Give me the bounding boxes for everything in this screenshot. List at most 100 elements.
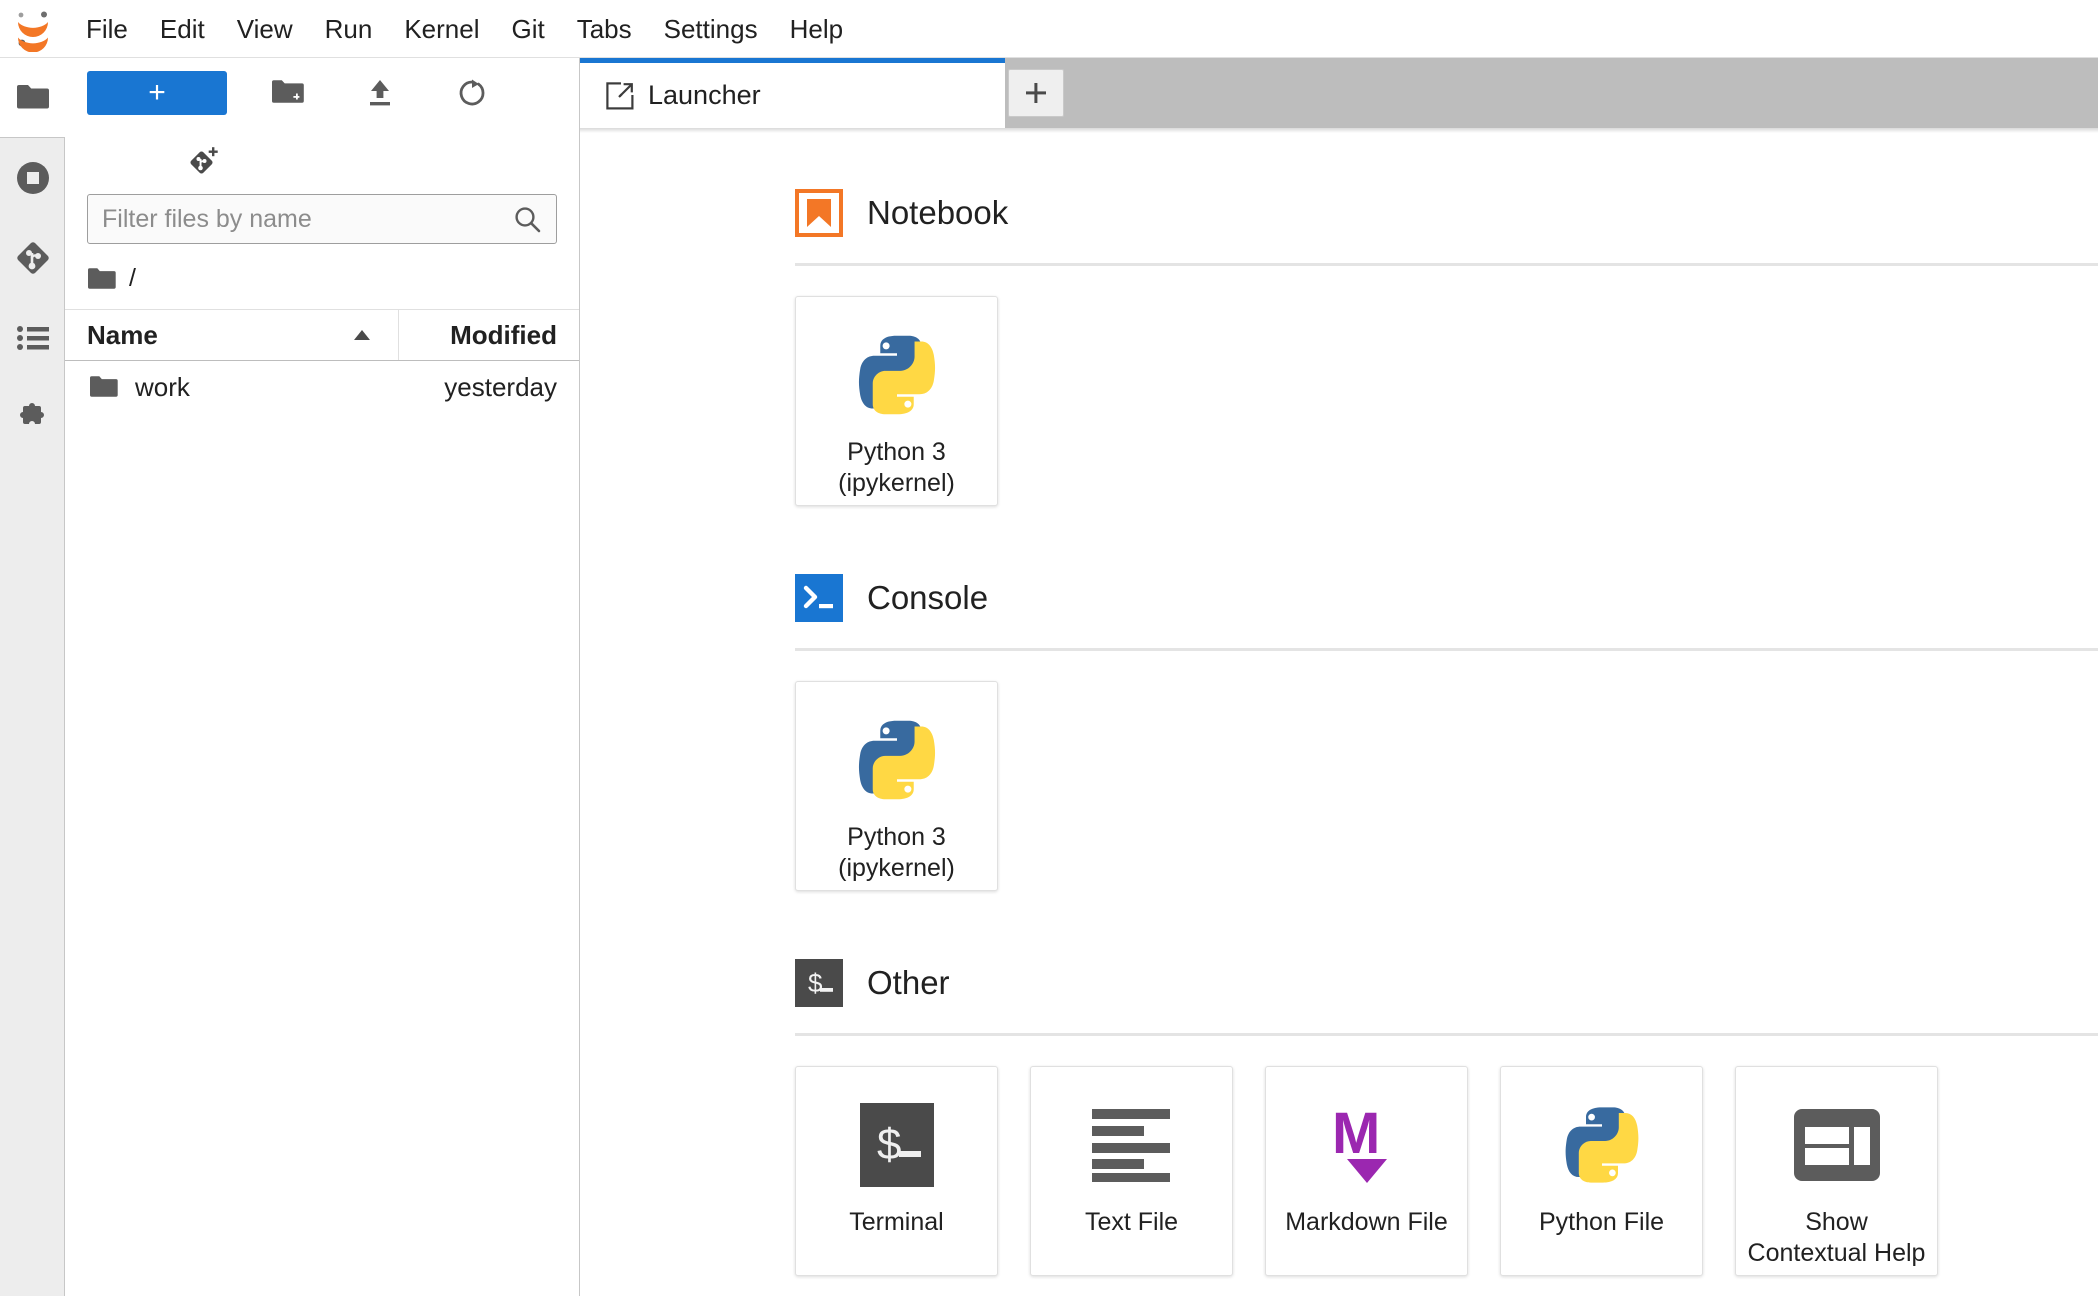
card-label-line2: Contextual Help <box>1747 1239 1926 1267</box>
menu-edit[interactable]: Edit <box>144 10 221 48</box>
launcher-card-text-file[interactable]: Text File <box>1030 1066 1233 1276</box>
section-divider-console <box>795 648 2098 651</box>
section-header-other: $ Other <box>795 959 2098 1007</box>
python-logo-icon <box>1558 1093 1646 1197</box>
file-list-header: Name Modified <box>65 309 579 361</box>
main-area: Launcher Notebook Python 3 (ipykernel) C… <box>580 58 2098 1296</box>
launcher-card-label: Show Contextual Help <box>1742 1207 1932 1269</box>
filter-files-input[interactable] <box>102 204 512 234</box>
terminal-dollar-icon: $ <box>795 959 843 1007</box>
new-tab-button[interactable] <box>1008 69 1064 117</box>
launcher-card-python3-notebook[interactable]: Python 3 (ipykernel) <box>795 296 998 506</box>
menu-kernel[interactable]: Kernel <box>388 10 495 48</box>
stop-circle-icon <box>16 162 49 194</box>
sidebar-item-git[interactable] <box>0 218 65 298</box>
refresh-file-list-button[interactable] <box>441 69 503 117</box>
launcher-card-markdown-file[interactable]: M Markdown File <box>1265 1066 1468 1276</box>
launcher-icon <box>606 81 634 109</box>
launcher-card-terminal[interactable]: $ Terminal <box>795 1066 998 1276</box>
sidebar-item-file-browser[interactable] <box>0 58 65 138</box>
menu-git[interactable]: Git <box>495 10 560 48</box>
breadcrumb[interactable]: / <box>65 244 579 309</box>
table-row[interactable]: work yesterday <box>65 361 579 413</box>
card-label-line1: Text File <box>1084 1208 1179 1236</box>
jupyterlab-window: File Edit View Run Kernel Git Tabs Setti… <box>0 0 2098 1296</box>
card-label-line1: Python File <box>1538 1208 1665 1236</box>
tab-bar-empty-space <box>1064 58 2098 128</box>
git-clone-icon <box>190 147 218 174</box>
workspace: + Filter files by name / Name Modified w… <box>0 58 2098 1296</box>
column-header-modified[interactable]: Modified <box>399 320 579 351</box>
sidebar-item-extension-manager[interactable] <box>0 378 65 458</box>
folder-icon <box>90 376 118 397</box>
list-bullets-icon <box>16 326 49 350</box>
svg-text:M: M <box>1332 1103 1380 1166</box>
card-label-line1: Markdown File <box>1285 1208 1448 1236</box>
launcher-card-label: Text File <box>1079 1207 1184 1238</box>
card-row-console: Python 3 (ipykernel) <box>795 681 2098 891</box>
menu-settings[interactable]: Settings <box>648 10 774 48</box>
launcher-card-label: Python 3 (ipykernel) <box>832 437 961 499</box>
new-folder-button[interactable] <box>257 69 319 117</box>
jupyter-notebook-icon <box>795 189 843 237</box>
section-title-other: Other <box>867 964 950 1001</box>
launcher-card-python3-console[interactable]: Python 3 (ipykernel) <box>795 681 998 891</box>
card-label-line1: Terminal <box>849 1208 944 1236</box>
markdown-icon: M <box>1325 1093 1409 1197</box>
card-row-other: $ Terminal Text File M Markdown File Pyt… <box>795 1066 2098 1276</box>
puzzle-icon <box>19 403 44 424</box>
column-header-name[interactable]: Name <box>65 310 399 360</box>
menu-tabs[interactable]: Tabs <box>561 10 648 48</box>
python-logo-icon <box>851 323 943 427</box>
git-clone-button[interactable] <box>181 138 227 184</box>
upload-files-button[interactable] <box>349 69 411 117</box>
upload-icon <box>370 80 390 106</box>
section-header-notebook: Notebook <box>795 189 2098 237</box>
tab-launcher[interactable]: Launcher <box>580 58 1005 128</box>
menu-file[interactable]: File <box>70 10 144 48</box>
sidebar-item-running-sessions[interactable] <box>0 138 65 218</box>
tab-launcher-label: Launcher <box>648 80 761 110</box>
new-launcher-button[interactable]: + <box>87 71 227 115</box>
filter-files-box[interactable] <box>87 194 557 244</box>
git-icon <box>16 242 49 274</box>
launcher-card-label: Python File <box>1533 1207 1670 1238</box>
card-label-line1: Show <box>1805 1208 1868 1236</box>
launcher-card-label: Python 3 (ipykernel) <box>832 822 961 884</box>
menu-help[interactable]: Help <box>774 10 859 48</box>
card-label-line1: Python 3 <box>847 823 946 851</box>
new-folder-icon <box>272 80 304 103</box>
file-name-cell[interactable]: work <box>65 372 399 403</box>
launcher-card-python-file[interactable]: Python File <box>1500 1066 1703 1276</box>
menu-bar: File Edit View Run Kernel Git Tabs Setti… <box>0 0 2098 58</box>
section-divider-notebook <box>795 263 2098 266</box>
section-divider-other <box>795 1033 2098 1036</box>
file-name-label: work <box>135 371 190 402</box>
terminal-dollar-icon: $ <box>859 1093 934 1197</box>
tab-bar: Launcher <box>580 58 2098 128</box>
section-title-notebook: Notebook <box>867 194 1009 231</box>
contextual-help-icon <box>1793 1093 1880 1197</box>
search-icon <box>515 207 541 233</box>
section-title-console: Console <box>867 579 989 616</box>
folder-icon <box>16 84 49 108</box>
menu-run[interactable]: Run <box>309 10 389 48</box>
column-header-name-label: Name <box>87 319 158 350</box>
sidebar-item-table-of-contents[interactable] <box>0 298 65 378</box>
launcher-section-notebook: Notebook Python 3 (ipykernel) <box>795 189 2098 506</box>
breadcrumb-root-path[interactable]: / <box>129 264 136 293</box>
file-browser-toolbar: + <box>65 58 579 128</box>
python-logo-icon <box>851 708 943 812</box>
file-browser-panel: + Filter files by name / Name Modified w… <box>65 58 580 1296</box>
launcher-card-show-contextual-help[interactable]: Show Contextual Help <box>1735 1066 1938 1276</box>
launcher-section-other: $ Other $ Terminal Text File M Markdown … <box>795 959 2098 1276</box>
launcher-card-label: Terminal <box>843 1207 949 1238</box>
svg-text:$: $ <box>808 968 823 998</box>
menu-view[interactable]: View <box>221 10 309 48</box>
plus-icon <box>1026 83 1046 103</box>
left-sidebar-rail <box>0 58 65 1296</box>
file-modified-cell: yesterday <box>444 371 557 402</box>
card-row-notebook: Python 3 (ipykernel) <box>795 296 2098 506</box>
git-toolbar <box>65 128 579 194</box>
card-label-line2: (ipykernel) <box>838 854 955 882</box>
